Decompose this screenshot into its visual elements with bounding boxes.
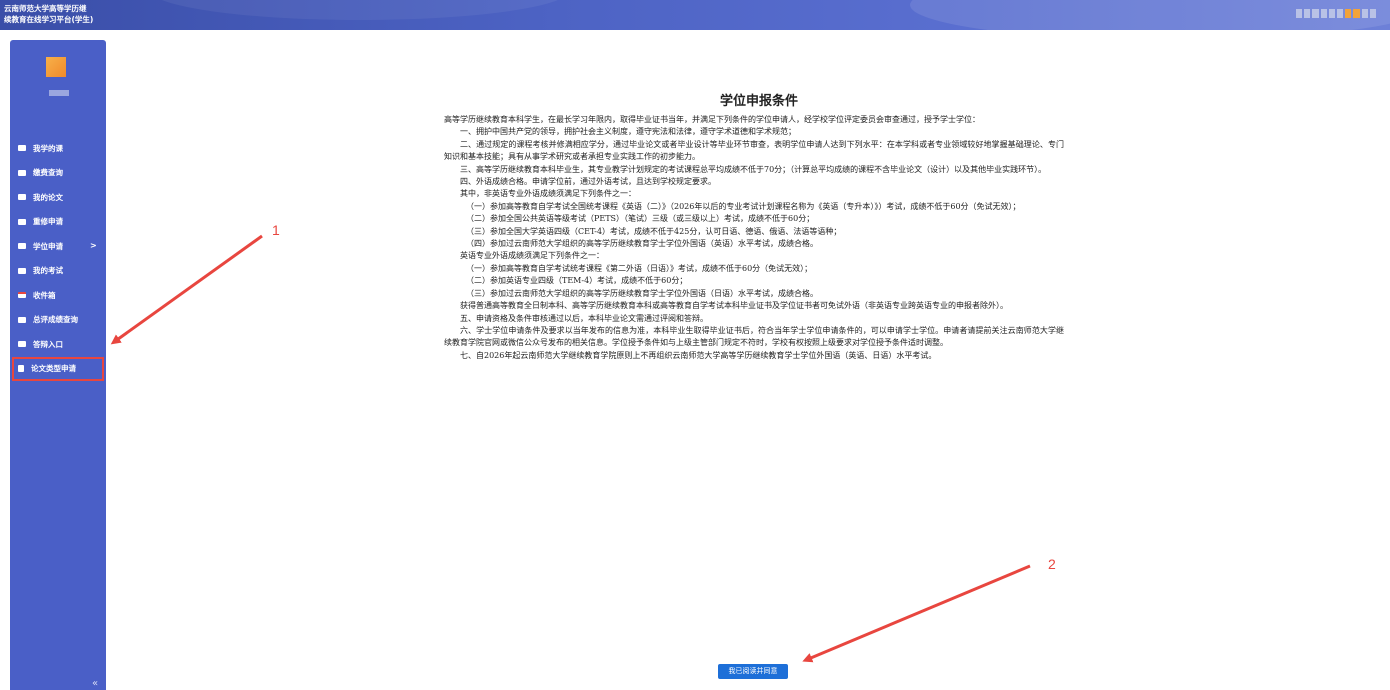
condition-paragraph: （二）参加全国公共英语等级考试（PETS）（笔试）三级（或三级以上）考试，成绩不… [466,214,815,224]
annotation-label-1: 1 [272,222,280,238]
sidebar-item-label: 我的考试 [33,266,63,276]
condition-paragraph: 高等学历继续教育本科学生，在最长学习年限内，取得毕业证书当年，并满足下列条件的学… [444,115,980,124]
briefcase-icon [18,218,26,225]
condition-paragraph: 四、外语成绩合格。申请学位前，通过外语考试，且达到学校规定要求。 [460,177,716,187]
page-title: 学位申报条件 [719,94,798,109]
sidebar-item-label: 我的论文 [33,192,63,202]
sidebar-item-label: 答辩入口 [33,339,63,349]
degree-conditions-content: 学位申报条件 高等学历继续教育本科学生，在最长学习年限内，取得毕业证书当年，并满… [444,94,1064,362]
condition-paragraph: 获得普通高等教育全日制本科、高等学历继续教育本科或高等教育自学考试本科毕业证书及… [460,301,1008,311]
condition-paragraph: 五、申请资格及条件审核通过以后，本科毕业论文需通过评阅和答辩。 [460,313,708,323]
briefcase-icon [18,194,26,201]
condition-paragraph: 二、通过规定的课程考核并修满相应学分，通过毕业论文或者毕业设计等毕业环节审查，表… [444,139,1064,162]
sidebar-menu: 我学的课 缴费查询 我的论文 重修申请 学位申请 > 我的考试 收件箱 总评成绩… [10,136,106,381]
annotation-arrow-2 [802,564,1031,663]
condition-paragraph: （一）参加高等教育自学考试统考课程《第二外语（日语）》考试，成绩不低于60分（免… [466,263,813,273]
sidebar-item-my-exams[interactable]: 我的考试 [10,259,106,284]
briefcase-icon [18,267,26,274]
sidebar-item-retake-application[interactable]: 重修申请 [10,210,106,235]
condition-paragraph: （二）参加英语专业四级（TEM-4）考试，成绩不低于60分； [466,276,688,286]
brand-line-1: 云南师范大学高等学历继 [4,4,87,13]
sidebar-item-label: 我学的课 [33,143,63,153]
agree-button[interactable]: 我已阅读并同意 [718,664,788,679]
top-header-bar: 云南师范大学高等学历继 续教育在线学习平台(学生) [0,0,1390,30]
briefcase-icon [18,316,26,323]
collapse-sidebar-button[interactable]: « [92,678,98,689]
sidebar-item-payment-query[interactable]: 缴费查询 [10,161,106,186]
condition-paragraph: 七、自2026年起云南师范大学继续教育学院原则上不再组织云南师范大学高等学历继续… [460,350,937,360]
avatar[interactable] [46,57,66,77]
condition-paragraph: （三）参加过云南师范大学组织的高等学历继续教育学士学位外国语（日语）水平考试，成… [466,288,818,298]
document-icon [18,365,24,373]
annotation-arrow-1 [110,234,263,345]
sidebar-item-inbox[interactable]: 收件箱 [10,283,106,308]
sidebar-item-label: 收件箱 [33,290,56,300]
condition-paragraph: （一）参加高等教育自学考试全国统考课程《英语（二）》（2026年以后的专业考试计… [466,201,1021,211]
condition-paragraph: 六、学士学位申请条件及要求以当年发布的信息为准，本科毕业生取得毕业证书后，符合当… [444,325,1064,348]
chevron-right-icon: > [90,241,97,250]
sidebar-item-my-courses[interactable]: 我学的课 [10,136,106,161]
briefcase-icon [18,169,26,176]
briefcase-icon [18,145,26,152]
header-decoration [150,0,570,20]
condition-paragraph: 英语专业外语成绩须满足下列条件之一： [460,251,604,261]
condition-paragraph: （四）参加过云南师范大学组织的高等学历继续教育学士学位外国语（英语）水平考试，成… [466,239,818,249]
condition-paragraph: （三）参加全国大学英语四级（CET-4）考试，成绩不低于425分，认可日语、德语… [466,226,842,236]
platform-brand: 云南师范大学高等学历继 续教育在线学习平台(学生) [4,3,93,25]
condition-paragraph: 一、拥护中国共产党的领导，拥护社会主义制度，遵守宪法和法律，遵守学术道德和学术规… [460,127,796,137]
sidebar-item-label: 缴费查询 [33,168,63,178]
brand-line-2: 续教育在线学习平台(学生) [4,15,94,24]
sidebar-item-overall-grades[interactable]: 总评成绩查询 [10,308,106,333]
inbox-icon [18,292,26,299]
condition-paragraph: 三、高等学历继续教育本科毕业生，其专业教学计划规定的考试课程总平均成绩不低于70… [460,164,1047,174]
sidebar-item-degree-application[interactable]: 学位申请 > [10,234,106,259]
condition-paragraph: 其中，非英语专业外语成绩须满足下列条件之一： [460,189,636,199]
sidebar: 我学的课 缴费查询 我的论文 重修申请 学位申请 > 我的考试 收件箱 总评成绩… [10,40,106,690]
sidebar-item-label: 重修申请 [33,217,63,227]
sidebar-item-my-thesis[interactable]: 我的论文 [10,185,106,210]
briefcase-icon [18,243,26,250]
sidebar-item-thesis-type-application[interactable]: 论文类型申请 [12,356,104,381]
annotation-label-2: 2 [1048,556,1056,572]
sidebar-item-defense-entry[interactable]: 答辩入口 [10,332,106,357]
users-icon [18,341,26,348]
sidebar-item-label: 总评成绩查询 [33,315,78,325]
sidebar-item-label: 论文类型申请 [31,364,76,374]
sidebar-item-label: 学位申请 [33,241,63,251]
user-info-blurred[interactable] [1296,9,1377,18]
username-blurred [49,90,69,96]
